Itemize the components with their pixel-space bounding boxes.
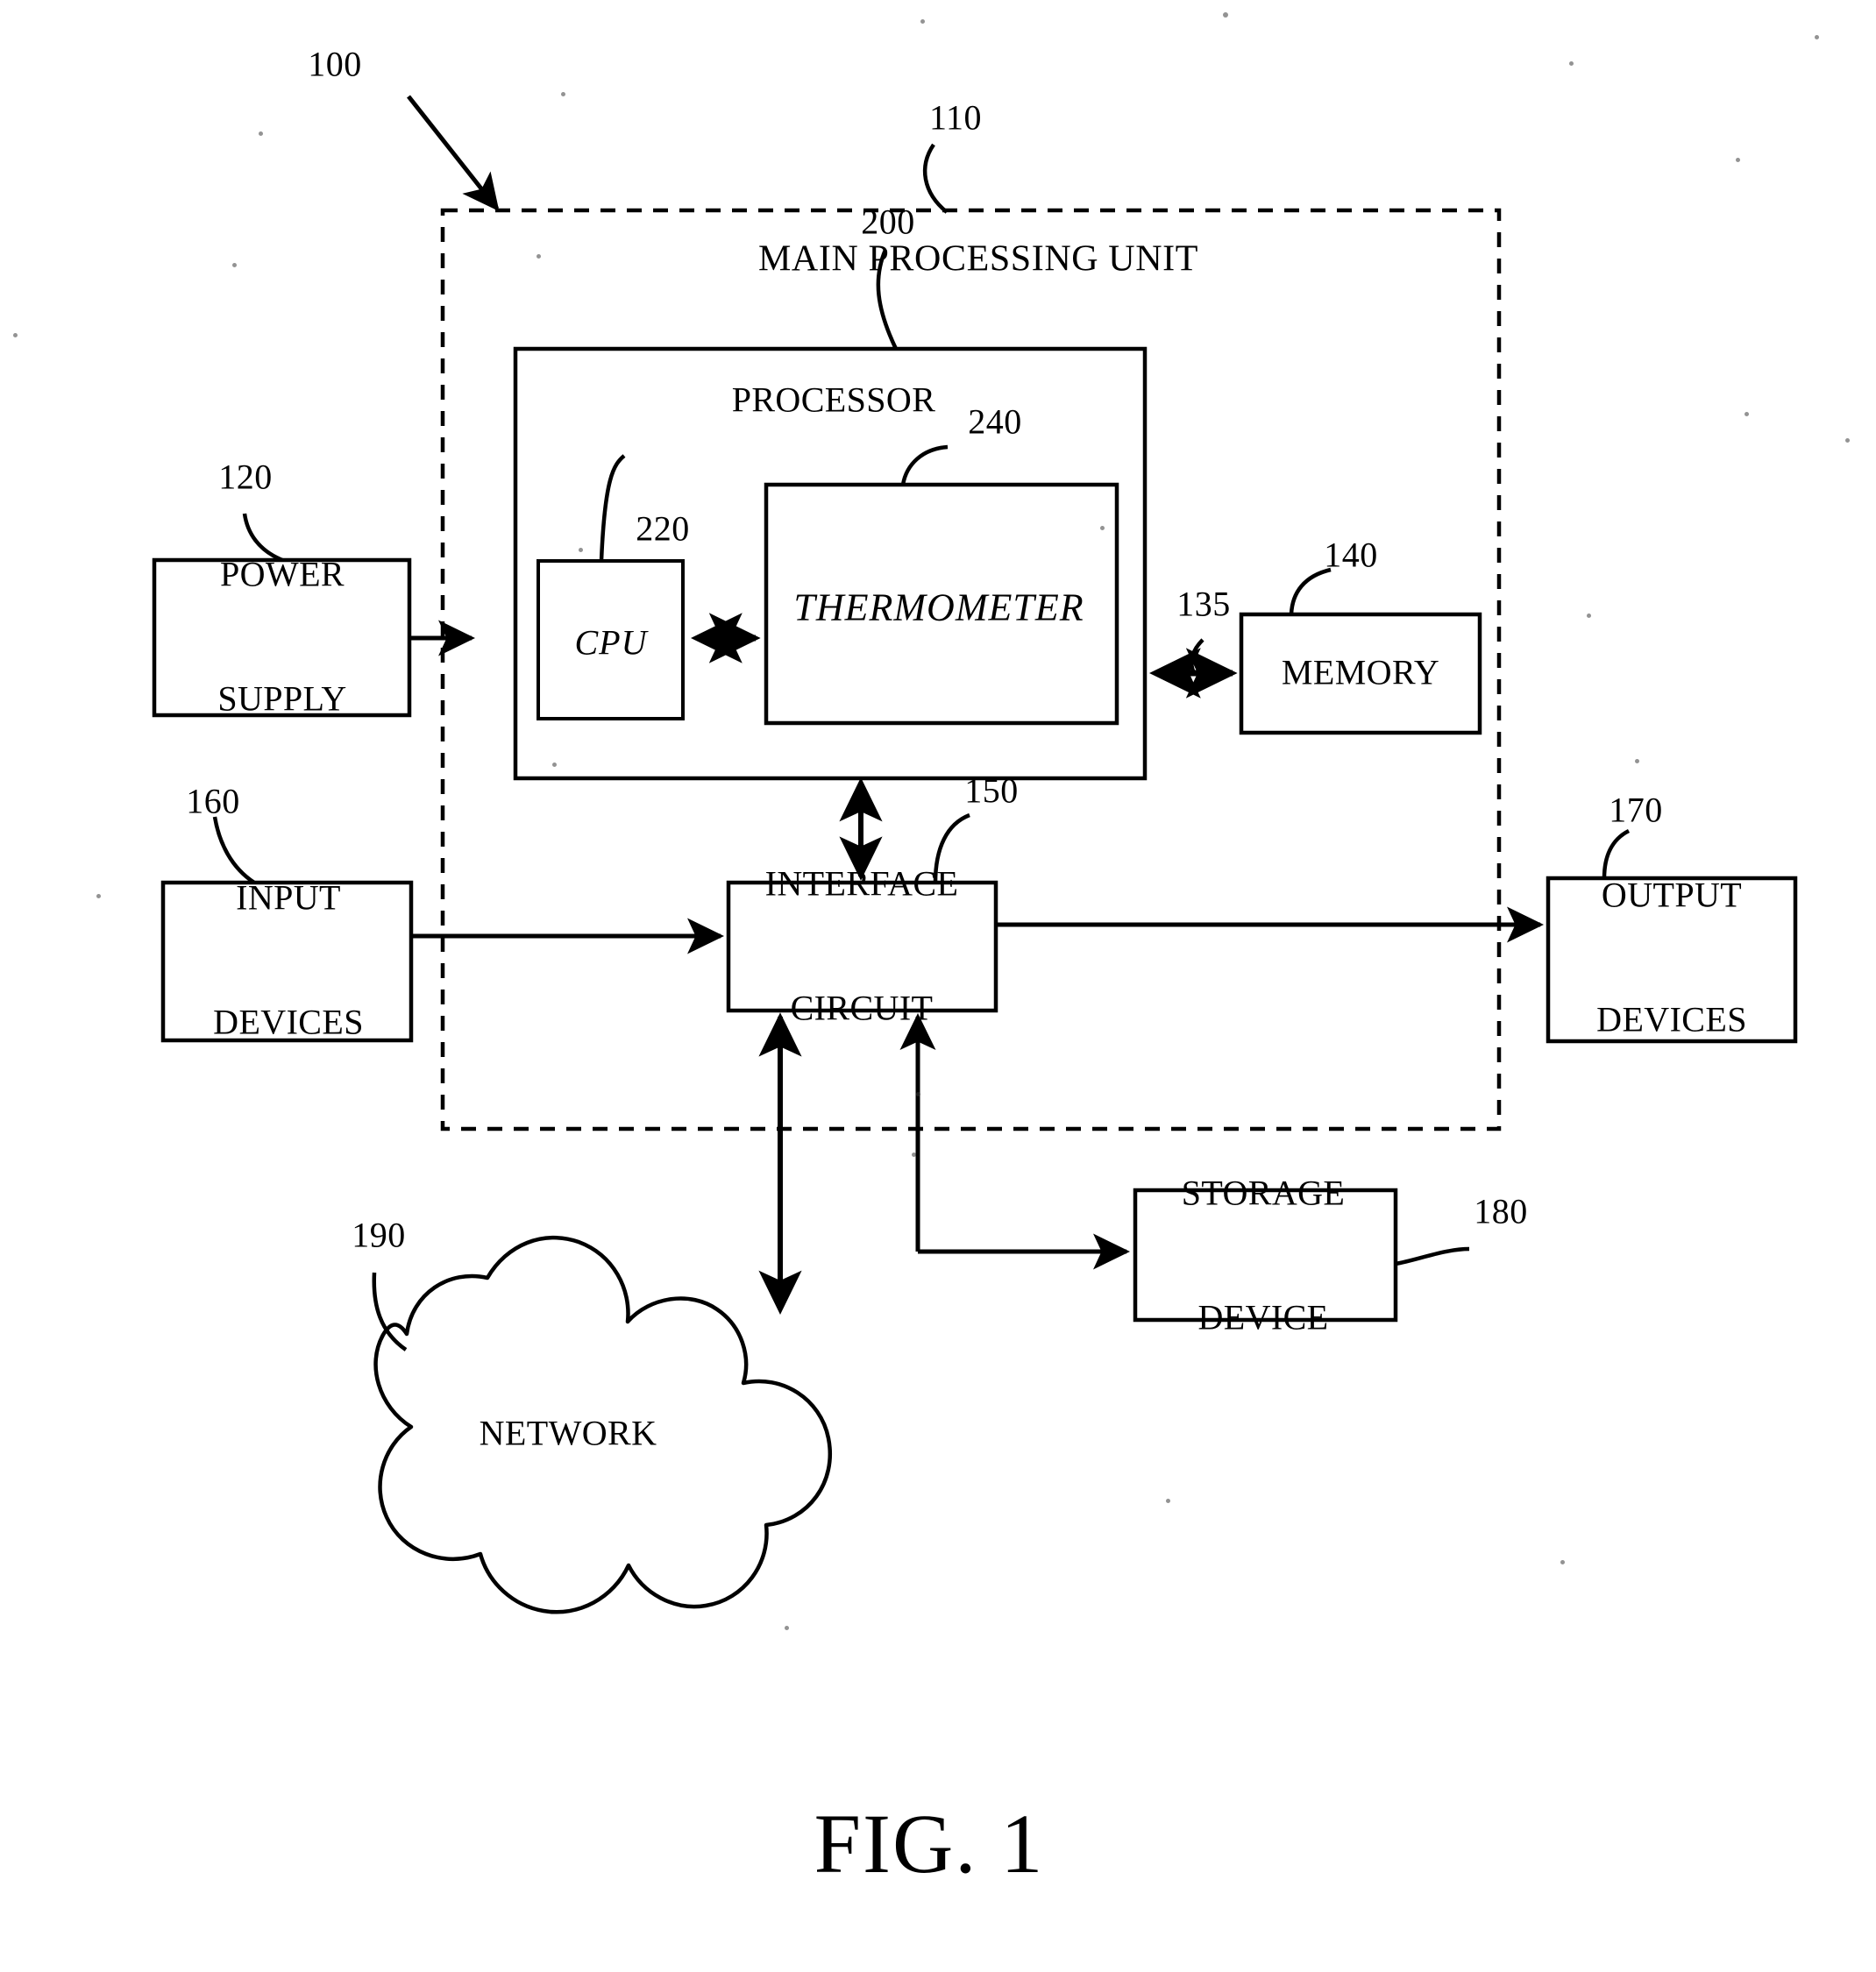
input-devices-label: INPUT DEVICES bbox=[213, 794, 364, 1125]
thermometer-label: THERMOMETER bbox=[793, 585, 1084, 629]
scan-speck bbox=[552, 763, 557, 767]
ref-135: 135 bbox=[1176, 584, 1231, 624]
scan-speck bbox=[259, 131, 263, 136]
ref-240: 240 bbox=[968, 401, 1022, 442]
leader-140 bbox=[1289, 567, 1332, 615]
leader-220 bbox=[599, 454, 626, 562]
scan-speck bbox=[1815, 35, 1819, 39]
interface-circuit-label-line1: INTERFACE bbox=[764, 863, 959, 904]
input-devices-label-line2: DEVICES bbox=[213, 1002, 364, 1042]
memory-label: MEMORY bbox=[1281, 652, 1440, 692]
leader-110 bbox=[922, 143, 949, 214]
storage-device-label-line2: DEVICE bbox=[1197, 1297, 1329, 1337]
power-supply-label-line1: POWER bbox=[220, 554, 345, 594]
processor-title: PROCESSOR bbox=[731, 380, 936, 420]
scan-speck bbox=[1635, 759, 1639, 763]
scan-speck bbox=[232, 263, 237, 267]
ref-100: 100 bbox=[308, 44, 362, 84]
ref-110: 110 bbox=[928, 97, 983, 138]
main-processing-unit-title: MAIN PROCESSING UNIT bbox=[757, 238, 1199, 280]
storage-device-label-line1: STORAGE bbox=[1181, 1173, 1346, 1213]
ref-200: 200 bbox=[861, 202, 915, 242]
scan-speck bbox=[920, 19, 925, 24]
scan-speck bbox=[916, 1092, 920, 1096]
leader-100 bbox=[407, 95, 500, 212]
ref-180: 180 bbox=[1474, 1191, 1528, 1231]
leader-135 bbox=[1190, 638, 1204, 674]
scan-speck bbox=[785, 1626, 789, 1630]
power-supply-label-line2: SUPPLY bbox=[217, 678, 347, 719]
scan-speck bbox=[912, 1153, 916, 1157]
interface-circuit-label: INTERFACE CIRCUIT bbox=[765, 780, 959, 1111]
scan-speck bbox=[1745, 412, 1749, 416]
scan-speck bbox=[579, 548, 583, 552]
scan-speck bbox=[537, 254, 541, 259]
interface-circuit-label-line2: CIRCUIT bbox=[790, 988, 934, 1028]
scan-speck bbox=[1569, 61, 1574, 66]
scan-speck bbox=[1736, 158, 1740, 162]
input-devices-label-line1: INPUT bbox=[236, 877, 341, 918]
scan-speck bbox=[1560, 1560, 1565, 1564]
network-label: NETWORK bbox=[479, 1413, 657, 1453]
scan-speck bbox=[1587, 614, 1591, 618]
scan-speck bbox=[1223, 12, 1228, 18]
scan-speck bbox=[13, 333, 18, 337]
output-devices-label-line2: DEVICES bbox=[1596, 999, 1747, 1039]
scan-speck bbox=[1166, 1499, 1170, 1503]
figure-caption: FIG. 1 bbox=[814, 1797, 1045, 1891]
power-supply-label: POWER SUPPLY bbox=[217, 471, 346, 802]
ref-190: 190 bbox=[352, 1215, 406, 1255]
output-devices-label-line1: OUTPUT bbox=[1601, 875, 1743, 915]
scan-speck bbox=[1100, 526, 1105, 530]
leader-190 bbox=[372, 1272, 408, 1351]
ref-150: 150 bbox=[964, 770, 1019, 811]
ref-140: 140 bbox=[1324, 535, 1378, 575]
ref-220: 220 bbox=[636, 508, 690, 549]
scan-speck bbox=[561, 92, 565, 96]
storage-device-label: STORAGE DEVICE bbox=[1182, 1089, 1346, 1421]
scan-speck bbox=[1845, 438, 1850, 443]
output-devices-label: OUTPUT DEVICES bbox=[1596, 791, 1747, 1123]
leader-180 bbox=[1395, 1246, 1470, 1266]
cpu-label: CPU bbox=[574, 622, 648, 663]
patent-figure-page: 100 110 MAIN PROCESSING UNIT 200 PROCESS… bbox=[0, 0, 1876, 1972]
scan-speck bbox=[96, 894, 101, 898]
leader-240 bbox=[900, 444, 949, 486]
